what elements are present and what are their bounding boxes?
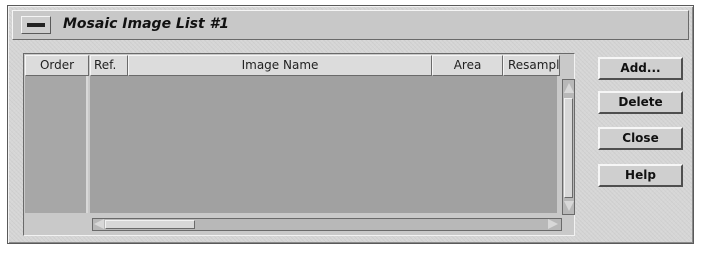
image-list-frame: Order Ref. Image Name Area Resampl xyxy=(23,53,575,236)
image-list-body[interactable] xyxy=(90,76,557,213)
horizontal-scrollbar[interactable] xyxy=(92,218,562,231)
order-column-body[interactable] xyxy=(25,76,88,213)
window-menu-button[interactable] xyxy=(21,16,51,34)
left-arrow-icon[interactable] xyxy=(94,219,104,229)
title-bar: Mosaic Image List #1 xyxy=(12,10,689,40)
add-button[interactable]: Add... xyxy=(598,57,683,80)
mosaic-image-list-window: Mosaic Image List #1 Order Ref. Image Na… xyxy=(7,5,694,244)
column-header-order[interactable]: Order xyxy=(25,55,89,76)
close-button[interactable]: Close xyxy=(598,127,683,150)
window-menu-icon xyxy=(27,23,45,27)
horizontal-scroll-thumb[interactable] xyxy=(105,220,195,229)
up-arrow-icon[interactable] xyxy=(564,83,574,93)
window-title: Mosaic Image List #1 xyxy=(63,16,230,32)
down-arrow-icon[interactable] xyxy=(564,201,574,211)
column-header-area[interactable]: Area xyxy=(432,55,503,76)
vertical-scroll-thumb[interactable] xyxy=(564,98,573,198)
column-header-image-name[interactable]: Image Name xyxy=(128,55,432,76)
vertical-scrollbar[interactable] xyxy=(562,79,575,215)
right-arrow-icon[interactable] xyxy=(548,219,558,229)
column-header-ref[interactable]: Ref. xyxy=(90,55,128,76)
column-header-resample[interactable]: Resampl xyxy=(503,55,560,76)
help-button[interactable]: Help xyxy=(598,164,683,187)
delete-button[interactable]: Delete xyxy=(598,91,683,114)
